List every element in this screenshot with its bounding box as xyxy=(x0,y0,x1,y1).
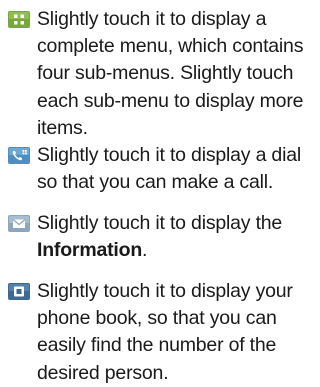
envelope-icon xyxy=(8,215,30,232)
information-description-text: Slightly touch it to display the Informa… xyxy=(37,212,283,262)
dial-description-item: Slightly touch it to display a dial so t… xyxy=(8,142,308,196)
information-keyword: Information xyxy=(37,239,143,262)
information-description-item: Slightly touch it to display the Informa… xyxy=(8,210,308,264)
phonebook-icon xyxy=(8,283,30,300)
menu-description-item: Slightly touch it to display a complete … xyxy=(8,6,308,142)
phonebook-description-text: Slightly touch it to display your phone … xyxy=(37,280,293,384)
phonebook-description-item: Slightly touch it to display your phone … xyxy=(8,278,308,387)
manual-page: Slightly touch it to display a complete … xyxy=(0,0,309,384)
dial-description-text: Slightly touch it to display a dial so t… xyxy=(37,144,301,194)
phone-dial-icon xyxy=(8,147,30,164)
menu-description-text: Slightly touch it to display a complete … xyxy=(37,8,304,139)
menu-grid-icon xyxy=(8,11,30,28)
